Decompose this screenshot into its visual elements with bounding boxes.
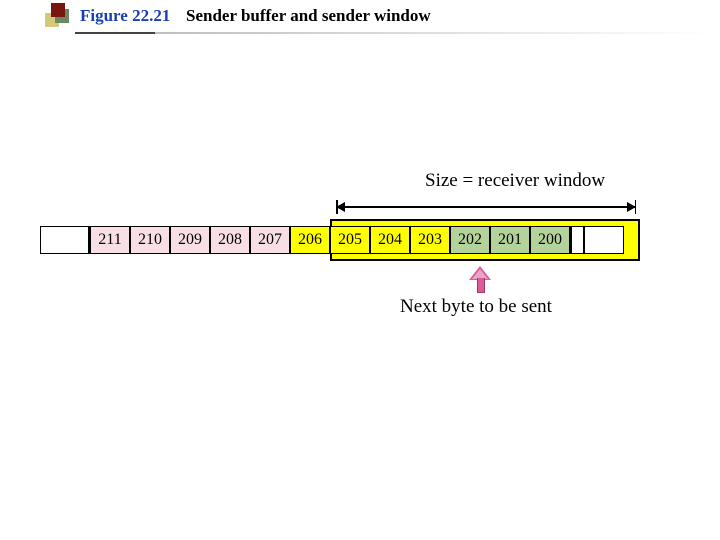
buffer-cell: 201 [490,226,530,254]
buffer-gap [570,226,584,254]
figure-number: Figure 22.21 [80,6,170,26]
size-bracket [336,200,636,214]
buffer-cell: 205 [330,226,370,254]
buffer-cell: 208 [210,226,250,254]
buffer-cell: 204 [370,226,410,254]
slide: Figure 22.21 Sender buffer and sender wi… [0,0,720,540]
next-byte-label: Next byte to be sent [400,296,552,318]
buffer-cell: 206 [290,226,330,254]
header-underline [75,32,720,34]
buffer-cell: 210 [130,226,170,254]
buffer-cell: 209 [170,226,210,254]
buffer-lead-empty [40,226,90,254]
buffer-cell: 203 [410,226,450,254]
buffer-cell: 202 [450,226,490,254]
buffer-trail-empty [584,226,624,254]
next-byte-arrow-icon [472,266,488,292]
buffer-cell: 211 [90,226,130,254]
buffer-row: 211 210 209 208 207 206 205 204 203 202 … [40,226,624,254]
figure-title: Sender buffer and sender window [186,6,431,26]
bullet-icon [45,3,69,27]
buffer-cell: 200 [530,226,570,254]
buffer-cell: 207 [250,226,290,254]
size-label: Size = receiver window [425,170,605,192]
